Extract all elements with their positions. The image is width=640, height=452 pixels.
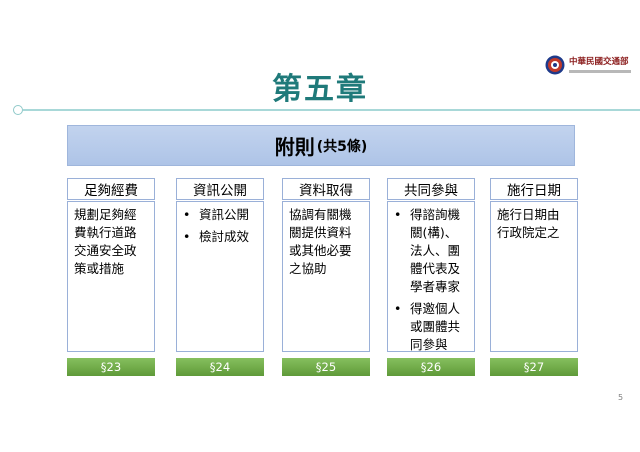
logo-name: 中華民國交通部 bbox=[569, 57, 629, 67]
article-tag-27: §27 bbox=[490, 358, 578, 376]
article-tag-23: §23 bbox=[67, 358, 155, 376]
column-body-effective-date: 施行日期由行政院定之 bbox=[490, 201, 578, 352]
column-body-data: 協調有關機關提供資料或其他必要之協助 bbox=[282, 201, 370, 352]
slide-title: 第五章 bbox=[272, 72, 368, 107]
column-heading-participation: 共同參與 bbox=[387, 178, 475, 200]
column-body-funding: 規劃足夠經費執行道路交通安全政策或措施 bbox=[67, 201, 155, 352]
column-heading-funding: 足夠經費 bbox=[67, 178, 155, 200]
column-body-participation: • 得諮詢機關(構)、法人、團體代表及學者專家 • 得邀個人或團體共同參與 bbox=[387, 201, 475, 352]
column-heading-effective-date: 施行日期 bbox=[490, 178, 578, 200]
column-text: 規劃足夠經費執行道路交通安全政策或措施 bbox=[74, 207, 137, 276]
header-sub: (共5條) bbox=[316, 138, 368, 155]
column-heading-disclosure: 資訊公開 bbox=[176, 178, 264, 200]
bullet-icon: • bbox=[183, 207, 191, 222]
bullet-icon: • bbox=[394, 207, 402, 222]
ministry-logo: 中華民國交通部 bbox=[545, 52, 635, 78]
list-item: • 檢討成效 bbox=[183, 229, 250, 244]
chapter-header: 附則 (共5條) bbox=[67, 125, 575, 166]
article-tag-24: §24 bbox=[176, 358, 264, 376]
article-tag-25: §25 bbox=[282, 358, 370, 376]
divider-line bbox=[23, 109, 640, 111]
seal-icon bbox=[545, 55, 565, 75]
list-item: • 資訊公開 bbox=[183, 207, 250, 222]
divider-ornament bbox=[13, 105, 23, 115]
column-text: 協調有關機關提供資料或其他必要之協助 bbox=[289, 207, 352, 276]
list-item: • 得邀個人或團體共同參與 bbox=[394, 301, 461, 352]
bullet-icon: • bbox=[183, 229, 191, 244]
column-heading-data: 資料取得 bbox=[282, 178, 370, 200]
page-number: 5 bbox=[618, 393, 624, 402]
logo-subtitle-mark bbox=[569, 70, 631, 73]
column-body-disclosure: • 資訊公開 • 檢討成效 bbox=[176, 201, 264, 352]
article-tag-26: §26 bbox=[387, 358, 475, 376]
bullet-icon: • bbox=[394, 301, 402, 316]
column-text: 施行日期由行政院定之 bbox=[497, 207, 560, 240]
list-item: • 得諮詢機關(構)、法人、團體代表及學者專家 bbox=[394, 207, 461, 294]
header-main: 附則 bbox=[274, 135, 315, 159]
